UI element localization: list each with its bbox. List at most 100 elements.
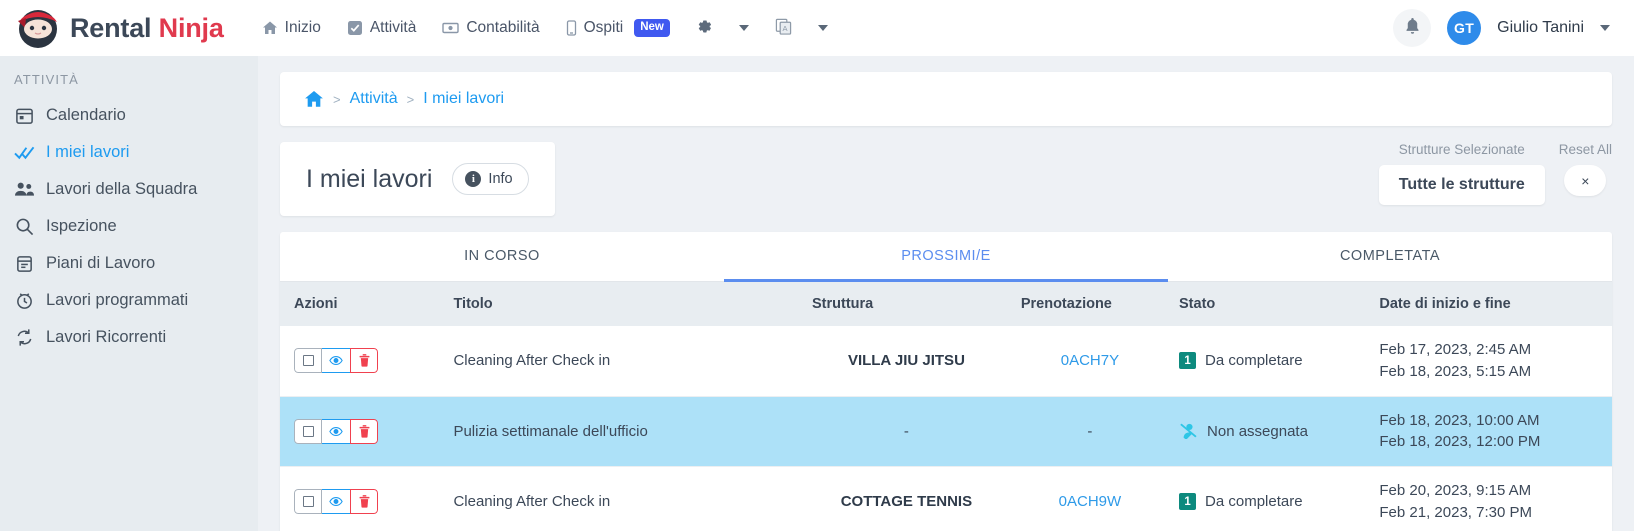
- eye-icon[interactable]: [322, 348, 350, 373]
- bell-icon: [1404, 17, 1421, 40]
- avatar[interactable]: GT: [1447, 11, 1481, 45]
- nav-item-attivita[interactable]: Attività: [347, 19, 417, 37]
- clipboard-icon: [14, 254, 35, 273]
- eye-icon[interactable]: [322, 489, 350, 514]
- row-title: Cleaning After Check in: [443, 326, 802, 396]
- sidebar-item-i-miei-lavori[interactable]: I miei lavori: [0, 134, 258, 171]
- chevron-down-icon-settings[interactable]: [739, 25, 749, 31]
- sidebar-item-lavori-programmati[interactable]: Lavori programmati: [0, 282, 258, 319]
- jobs-table-head: Azioni Titolo Struttura Prenotazione Sta…: [280, 282, 1612, 326]
- row-actions-cell: [280, 467, 443, 531]
- tab-prossimi[interactable]: PROSSIMI/E: [724, 232, 1168, 282]
- gear-icon[interactable]: [696, 18, 713, 38]
- money-icon: [442, 20, 459, 36]
- status-label: Da completare: [1205, 352, 1303, 369]
- th-prenotazione: Prenotazione: [1011, 282, 1169, 326]
- breadcrumb: > Attività > I miei lavori: [280, 72, 1612, 126]
- jobs-table: Azioni Titolo Struttura Prenotazione Sta…: [280, 282, 1612, 531]
- trash-icon[interactable]: [350, 489, 378, 514]
- jobs-table-card: IN CORSO PROSSIMI/E COMPLETATA Azioni Ti…: [280, 232, 1612, 531]
- home-icon-breadcrumb[interactable]: [304, 89, 324, 109]
- breadcrumb-link-i-miei-lavori[interactable]: I miei lavori: [423, 90, 504, 108]
- chevron-down-icon-user[interactable]: [1600, 25, 1610, 31]
- reset-all-button[interactable]: ×: [1564, 165, 1606, 196]
- status-label: Non assegnata: [1207, 423, 1308, 440]
- new-badge: New: [634, 19, 670, 38]
- copy-icon[interactable]: A: [775, 18, 792, 38]
- info-button-label: Info: [488, 171, 512, 187]
- close-icon: ×: [1581, 173, 1589, 189]
- main-navigation: Inizio Attività Contabilità Ospiti New: [262, 18, 828, 38]
- sidebar-item-lavori-ricorrenti[interactable]: Lavori Ricorrenti: [0, 319, 258, 356]
- row-dates: Feb 17, 2023, 2:45 AM Feb 18, 2023, 5:15…: [1369, 326, 1612, 396]
- sidebar: ATTIVITÀ Calendario I miei lavori Lavori…: [0, 56, 258, 531]
- checkbox-icon[interactable]: [294, 348, 322, 373]
- tab-in-corso[interactable]: IN CORSO: [280, 232, 724, 282]
- trash-icon[interactable]: [350, 419, 378, 444]
- table-header-row: Azioni Titolo Struttura Prenotazione Sta…: [280, 282, 1612, 326]
- row-structure: -: [802, 396, 1011, 467]
- sidebar-label-calendario: Calendario: [46, 106, 126, 125]
- jobs-table-body: Cleaning After Check in VILLA JIU JITSU …: [280, 326, 1612, 531]
- nav-label-inizio: Inizio: [285, 19, 321, 37]
- row-date-end: Feb 18, 2023, 5:15 AM: [1379, 361, 1602, 383]
- brand-logo[interactable]: Rental Ninja: [16, 6, 224, 50]
- breadcrumb-link-attivita[interactable]: Attività: [350, 90, 398, 108]
- table-row[interactable]: Cleaning After Check in COTTAGE TENNIS 0…: [280, 467, 1612, 531]
- sidebar-section-title: ATTIVITÀ: [0, 72, 258, 97]
- main-content: > Attività > I miei lavori I miei lavori…: [258, 56, 1634, 531]
- row-booking[interactable]: 0ACH7Y: [1011, 326, 1169, 396]
- refresh-icon: [14, 328, 35, 347]
- page-title: I miei lavori: [306, 165, 432, 194]
- users-icon: [14, 180, 35, 199]
- sidebar-item-calendario[interactable]: Calendario: [0, 97, 258, 134]
- row-title: Cleaning After Check in: [443, 467, 802, 531]
- user-name[interactable]: Giulio Tanini: [1497, 19, 1584, 37]
- nav-label-ospiti: Ospiti: [584, 19, 624, 37]
- eye-icon[interactable]: [322, 419, 350, 444]
- sidebar-label-lavori-programmati: Lavori programmati: [46, 291, 188, 310]
- nav-item-inizio[interactable]: Inizio: [262, 19, 321, 37]
- status-count-badge: 1: [1179, 352, 1196, 369]
- sidebar-label-piani-di-lavoro: Piani di Lavoro: [46, 254, 155, 273]
- th-azioni: Azioni: [280, 282, 443, 326]
- table-row[interactable]: Pulizia settimanale dell'ufficio - - Non…: [280, 396, 1612, 467]
- person-slash-icon: [1179, 423, 1198, 439]
- sidebar-item-lavori-squadra[interactable]: Lavori della Squadra: [0, 171, 258, 208]
- row-action-group: [294, 419, 378, 444]
- structure-selector: Strutture Selezionate Tutte le strutture: [1379, 142, 1545, 205]
- row-actions-cell: [280, 396, 443, 467]
- tab-completata[interactable]: COMPLETATA: [1168, 232, 1612, 282]
- row-date-end: Feb 18, 2023, 12:00 PM: [1379, 431, 1602, 453]
- status-label: Da completare: [1205, 493, 1303, 510]
- structure-filter-zone: Strutture Selezionate Tutte le strutture…: [1379, 142, 1612, 205]
- row-booking[interactable]: 0ACH9W: [1011, 467, 1169, 531]
- row-status: 1 Da completare: [1169, 326, 1369, 396]
- nav-item-ospiti[interactable]: Ospiti New: [566, 19, 670, 38]
- sidebar-label-ispezione: Ispezione: [46, 217, 117, 236]
- notifications-button[interactable]: [1393, 9, 1431, 47]
- table-row[interactable]: Cleaning After Check in VILLA JIU JITSU …: [280, 326, 1612, 396]
- nav-label-contabilita: Contabilità: [466, 19, 539, 37]
- row-dates: Feb 18, 2023, 10:00 AM Feb 18, 2023, 12:…: [1369, 396, 1612, 467]
- checkbox-icon[interactable]: [294, 419, 322, 444]
- structure-select-button[interactable]: Tutte le strutture: [1379, 165, 1545, 205]
- sidebar-item-ispezione[interactable]: Ispezione: [0, 208, 258, 245]
- info-button[interactable]: i Info: [452, 163, 528, 195]
- row-action-group: [294, 489, 378, 514]
- trash-icon[interactable]: [350, 348, 378, 373]
- checkbox-icon[interactable]: [294, 489, 322, 514]
- sidebar-item-piani-di-lavoro[interactable]: Piani di Lavoro: [0, 245, 258, 282]
- chevron-down-icon-copy[interactable]: [818, 25, 828, 31]
- top-header-bar: Rental Ninja Inizio Attività Contabilità…: [0, 0, 1634, 56]
- nav-item-contabilita[interactable]: Contabilità: [442, 19, 539, 37]
- row-date-start: Feb 20, 2023, 9:15 AM: [1379, 480, 1602, 502]
- breadcrumb-card: > Attività > I miei lavori: [280, 72, 1612, 126]
- row-booking: -: [1011, 396, 1169, 467]
- search-icon: [14, 217, 35, 236]
- row-date-end: Feb 21, 2023, 7:30 PM: [1379, 502, 1602, 524]
- th-titolo: Titolo: [443, 282, 802, 326]
- calendar-icon: [14, 106, 35, 125]
- row-structure: VILLA JIU JITSU: [802, 326, 1011, 396]
- breadcrumb-separator-1: >: [333, 92, 341, 107]
